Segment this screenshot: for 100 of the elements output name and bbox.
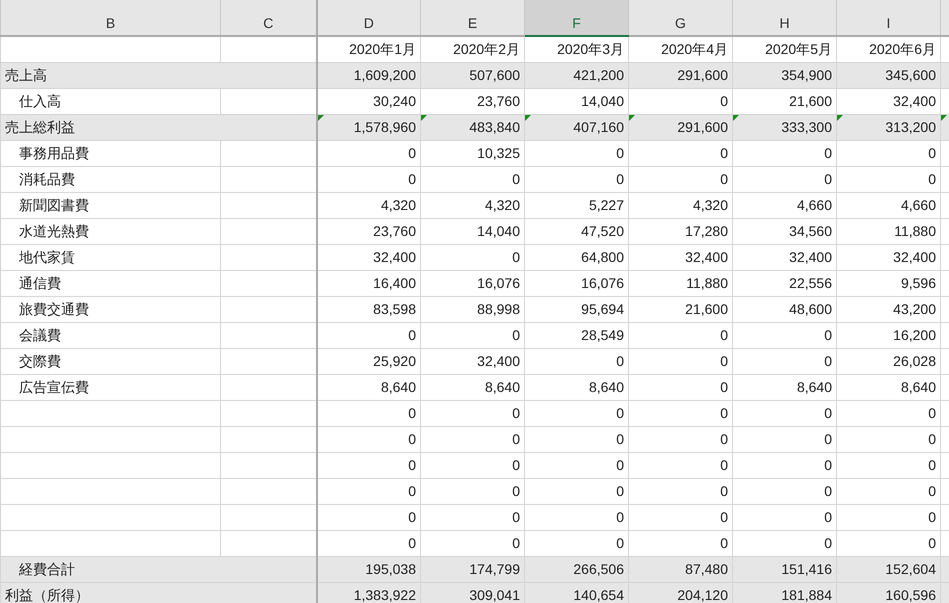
table-cell: 23,760	[373, 223, 416, 239]
table-cell: 421,200	[573, 67, 624, 83]
table-cell: 0	[720, 431, 728, 447]
table-cell: 0	[928, 535, 936, 551]
table-cell: 47,520	[581, 223, 624, 239]
error-indicator-icon[interactable]	[422, 115, 427, 120]
table-cell: 0	[928, 457, 936, 473]
row-label: 広告宣伝費	[19, 379, 89, 395]
table-cell: 313,200	[885, 119, 936, 135]
table-cell: 0	[616, 145, 624, 161]
table-cell: 0	[408, 171, 416, 187]
table-cell: 25,920	[373, 353, 416, 369]
table-cell: 0	[408, 145, 416, 161]
table-cell: 16,400	[373, 275, 416, 291]
error-indicator-icon[interactable]	[318, 115, 324, 120]
table-cell: 43,200	[893, 301, 936, 317]
table-cell: 4,320	[692, 197, 728, 213]
table-cell: 22,556	[789, 275, 832, 291]
error-indicator-icon[interactable]	[942, 115, 947, 120]
row-label: 新聞図書費	[19, 197, 89, 213]
column-header[interactable]: B	[0, 0, 220, 36]
table-cell: 0	[824, 509, 832, 525]
table-cell: 333,300	[781, 119, 832, 135]
table-cell: 0	[408, 509, 416, 525]
table-cell: 8,640	[588, 379, 624, 395]
table-cell: 21,600	[685, 301, 728, 317]
table-cell: 32,400	[685, 249, 728, 265]
column-header[interactable]: H	[732, 0, 836, 36]
column-header[interactable]: C	[220, 0, 316, 36]
table-cell: 83,598	[373, 301, 416, 317]
table-cell: 8,640	[484, 379, 520, 395]
table-cell: 14,040	[581, 93, 624, 109]
error-indicator-icon[interactable]	[838, 115, 843, 120]
table-cell: 9,596	[900, 275, 936, 291]
table-cell: 26,028	[893, 353, 936, 369]
table-cell: 88,998	[477, 301, 520, 317]
table-cell: 204,120	[677, 587, 728, 603]
table-cell: 64,800	[581, 249, 624, 265]
row-label: 会議費	[19, 327, 61, 343]
table-cell: 160,596	[885, 587, 936, 603]
table-cell: 0	[616, 535, 624, 551]
table-cell: 4,660	[900, 197, 936, 213]
table-cell: 0	[512, 457, 520, 473]
row-label: 経費合計	[19, 561, 75, 577]
table-cell: 0	[408, 535, 416, 551]
table-cell: 0	[824, 457, 832, 473]
table-cell: 0	[720, 457, 728, 473]
table-cell: 21,600	[789, 93, 832, 109]
table-cell: 0	[512, 405, 520, 421]
table-cell: 266,506	[573, 561, 624, 577]
column-header[interactable]: D	[316, 0, 420, 36]
table-cell: 32,400	[373, 249, 416, 265]
table-cell: 4,660	[796, 197, 832, 213]
table-cell: 30,240	[373, 93, 416, 109]
table-cell: 507,600	[469, 67, 520, 83]
column-header[interactable]: G	[628, 0, 732, 36]
table-cell: 151,416	[781, 561, 832, 577]
table-cell: 32,400	[893, 93, 936, 109]
table-cell: 32,400	[477, 353, 520, 369]
table-cell: 0	[720, 353, 728, 369]
table-cell: 0	[824, 535, 832, 551]
month-header: 2020年4月	[661, 41, 728, 58]
table-cell: 48,600	[789, 301, 832, 317]
table-cell: 1,609,200	[354, 67, 416, 83]
table-cell: 0	[824, 431, 832, 447]
row-label: 事務用品費	[19, 145, 89, 161]
table-cell: 16,076	[581, 275, 624, 291]
table-cell: 0	[928, 145, 936, 161]
table-cell: 5,227	[588, 197, 624, 213]
table-cell: 1,578,960	[354, 119, 416, 135]
table-cell: 0	[928, 509, 936, 525]
table-cell: 0	[616, 483, 624, 499]
table-cell: 32,400	[893, 249, 936, 265]
table-cell: 0	[512, 171, 520, 187]
table-cell: 152,604	[885, 561, 936, 577]
row-label: 仕入高	[19, 93, 61, 109]
table-cell: 345,600	[885, 67, 936, 83]
table-cell: 0	[928, 431, 936, 447]
table-cell: 0	[824, 327, 832, 343]
table-cell: 4,320	[380, 197, 416, 213]
error-indicator-icon[interactable]	[734, 115, 739, 120]
table-cell: 0	[408, 405, 416, 421]
table-cell: 291,600	[677, 67, 728, 83]
table-cell: 0	[512, 327, 520, 343]
column-header[interactable]: E	[420, 0, 524, 36]
column-header[interactable]: I	[836, 0, 940, 36]
row-label: 交際費	[19, 353, 61, 369]
error-indicator-icon[interactable]	[526, 115, 531, 120]
table-cell: 8,640	[900, 379, 936, 395]
table-cell: 14,040	[477, 223, 520, 239]
column-header[interactable]: F	[524, 0, 628, 36]
table-cell: 407,160	[573, 119, 624, 135]
table-cell: 0	[720, 171, 728, 187]
table-cell: 0	[512, 483, 520, 499]
error-indicator-icon[interactable]	[630, 115, 635, 120]
table-cell: 354,900	[781, 67, 832, 83]
table-cell: 0	[616, 431, 624, 447]
table-cell: 0	[928, 171, 936, 187]
table-cell: 0	[720, 405, 728, 421]
table-cell: 0	[720, 93, 728, 109]
